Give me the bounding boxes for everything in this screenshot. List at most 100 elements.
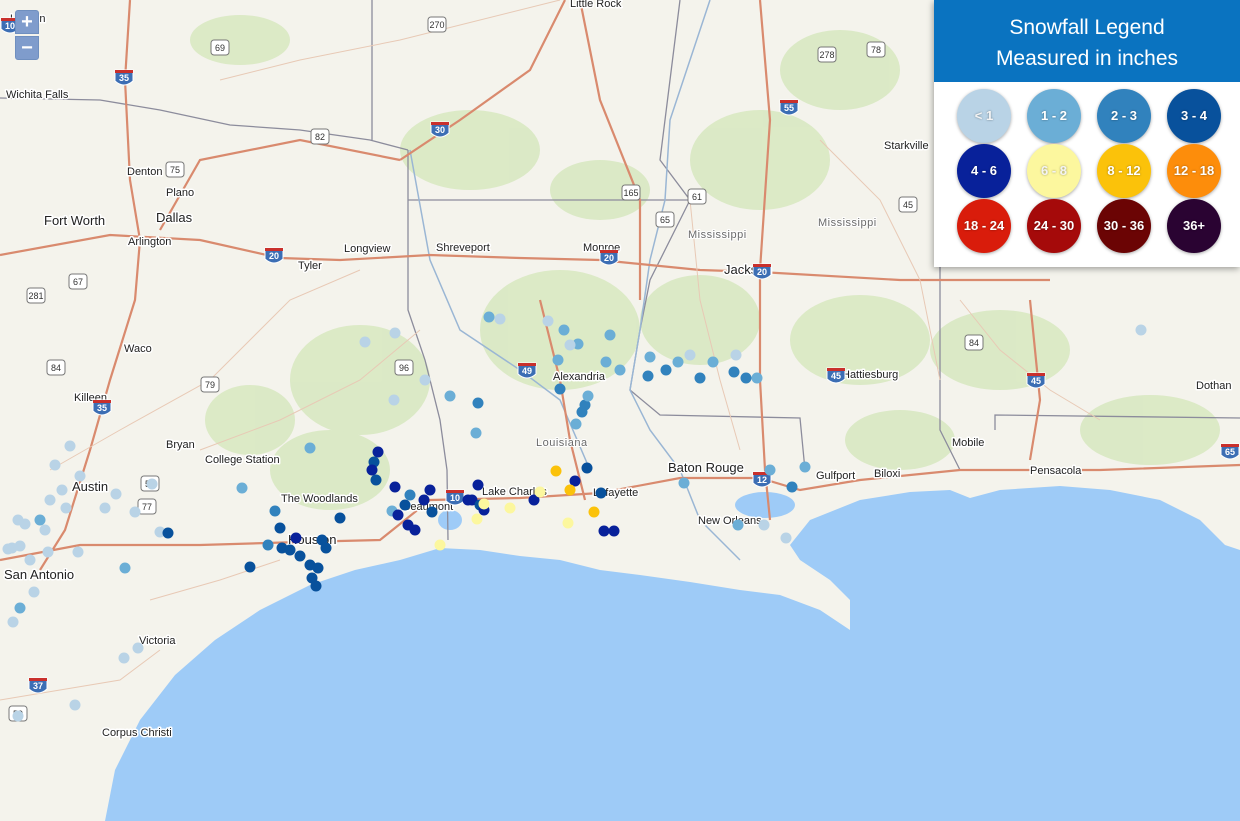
observation-marker[interactable] (582, 390, 594, 402)
observation-marker[interactable] (552, 354, 564, 366)
observation-marker[interactable] (564, 484, 576, 496)
observation-marker[interactable] (2, 543, 14, 555)
observation-marker[interactable] (14, 602, 26, 614)
observation-marker[interactable] (39, 524, 51, 536)
observation-marker[interactable] (69, 699, 81, 711)
observation-marker[interactable] (426, 506, 438, 518)
observation-marker[interactable] (7, 616, 19, 628)
observation-marker[interactable] (730, 349, 742, 361)
observation-marker[interactable] (786, 481, 798, 493)
observation-marker[interactable] (118, 652, 130, 664)
observation-marker[interactable] (660, 364, 672, 376)
observation-marker[interactable] (236, 482, 248, 494)
observation-marker[interactable] (34, 514, 46, 526)
observation-marker[interactable] (642, 370, 654, 382)
observation-marker[interactable] (366, 464, 378, 476)
observation-marker[interactable] (780, 532, 792, 544)
observation-marker[interactable] (614, 364, 626, 376)
observation-marker[interactable] (72, 546, 84, 558)
observation-marker[interactable] (392, 509, 404, 521)
observation-marker[interactable] (678, 477, 690, 489)
observation-marker[interactable] (372, 446, 384, 458)
observation-marker[interactable] (764, 464, 776, 476)
observation-marker[interactable] (129, 506, 141, 518)
observation-marker[interactable] (728, 366, 740, 378)
observation-marker[interactable] (1135, 324, 1147, 336)
observation-marker[interactable] (110, 488, 122, 500)
observation-marker[interactable] (294, 550, 306, 562)
observation-marker[interactable] (644, 351, 656, 363)
observation-marker[interactable] (558, 324, 570, 336)
observation-marker[interactable] (483, 311, 495, 323)
observation-marker[interactable] (707, 356, 719, 368)
observation-marker[interactable] (409, 524, 421, 536)
observation-marker[interactable] (504, 502, 516, 514)
observation-marker[interactable] (370, 474, 382, 486)
observation-marker[interactable] (262, 539, 274, 551)
observation-marker[interactable] (388, 394, 400, 406)
observation-marker[interactable] (581, 462, 593, 474)
observation-marker[interactable] (576, 406, 588, 418)
observation-marker[interactable] (399, 499, 411, 511)
observation-marker[interactable] (550, 465, 562, 477)
observation-marker[interactable] (132, 642, 144, 654)
observation-marker[interactable] (310, 580, 322, 592)
observation-marker[interactable] (694, 372, 706, 384)
observation-marker[interactable] (99, 502, 111, 514)
observation-marker[interactable] (56, 484, 68, 496)
observation-marker[interactable] (562, 517, 574, 529)
observation-marker[interactable] (274, 522, 286, 534)
observation-marker[interactable] (740, 372, 752, 384)
observation-marker[interactable] (600, 356, 612, 368)
observation-marker[interactable] (24, 554, 36, 566)
observation-marker[interactable] (49, 459, 61, 471)
observation-marker[interactable] (269, 505, 281, 517)
observation-marker[interactable] (74, 470, 86, 482)
observation-marker[interactable] (470, 427, 482, 439)
observation-marker[interactable] (570, 418, 582, 430)
observation-marker[interactable] (146, 478, 158, 490)
observation-marker[interactable] (444, 390, 456, 402)
observation-marker[interactable] (472, 479, 484, 491)
observation-marker[interactable] (119, 562, 131, 574)
observation-marker[interactable] (608, 525, 620, 537)
observation-marker[interactable] (12, 514, 24, 526)
observation-marker[interactable] (389, 327, 401, 339)
observation-marker[interactable] (554, 383, 566, 395)
observation-marker[interactable] (60, 502, 72, 514)
observation-marker[interactable] (162, 527, 174, 539)
observation-marker[interactable] (604, 329, 616, 341)
observation-marker[interactable] (494, 313, 506, 325)
observation-marker[interactable] (334, 512, 346, 524)
observation-marker[interactable] (320, 542, 332, 554)
observation-marker[interactable] (471, 513, 483, 525)
observation-marker[interactable] (542, 315, 554, 327)
observation-marker[interactable] (758, 519, 770, 531)
observation-marker[interactable] (732, 519, 744, 531)
observation-marker[interactable] (12, 710, 24, 722)
observation-marker[interactable] (404, 489, 416, 501)
observation-marker[interactable] (598, 525, 610, 537)
observation-marker[interactable] (419, 374, 431, 386)
observation-marker[interactable] (534, 486, 546, 498)
observation-marker[interactable] (418, 494, 430, 506)
observation-marker[interactable] (359, 336, 371, 348)
observation-marker[interactable] (684, 349, 696, 361)
observation-marker[interactable] (44, 494, 56, 506)
observation-marker[interactable] (564, 339, 576, 351)
observation-marker[interactable] (478, 498, 490, 510)
observation-marker[interactable] (595, 487, 607, 499)
observation-marker[interactable] (42, 546, 54, 558)
observation-marker[interactable] (304, 442, 316, 454)
observation-marker[interactable] (389, 481, 401, 493)
observation-marker[interactable] (28, 586, 40, 598)
observation-marker[interactable] (751, 372, 763, 384)
observation-marker[interactable] (312, 562, 324, 574)
observation-marker[interactable] (672, 356, 684, 368)
zoom-out-button[interactable]: − (15, 36, 39, 60)
observation-marker[interactable] (244, 561, 256, 573)
observation-marker[interactable] (588, 506, 600, 518)
observation-marker[interactable] (472, 397, 484, 409)
observation-marker[interactable] (424, 484, 436, 496)
observation-marker[interactable] (284, 544, 296, 556)
